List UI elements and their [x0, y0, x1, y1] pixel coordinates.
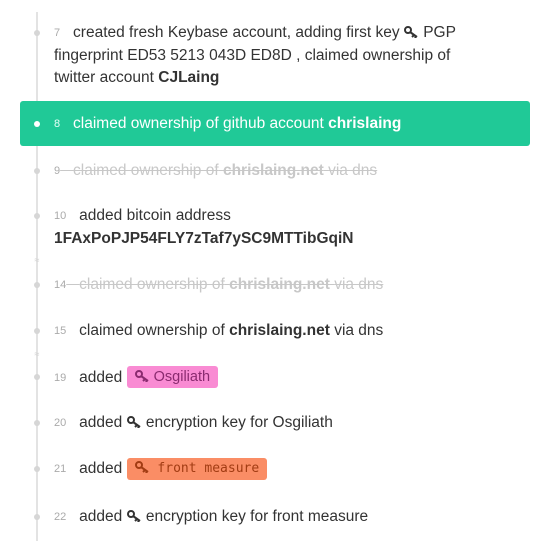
- timeline-dot: [34, 121, 40, 127]
- entry-text: via dns: [328, 162, 378, 179]
- timeline-dot: [34, 514, 40, 520]
- sequence-number: 22: [54, 511, 67, 523]
- entry-text: via dns: [334, 322, 384, 339]
- key-icon: [134, 461, 149, 473]
- timeline-dot: [34, 374, 40, 380]
- entry-text: added: [79, 414, 123, 431]
- entry-text: twitter account: [54, 69, 154, 86]
- timeline-dot: [34, 466, 40, 472]
- domain-link[interactable]: chrislaing.net: [223, 162, 324, 179]
- entry-text: claimed ownership of: [73, 162, 219, 179]
- timeline-dot: [34, 328, 40, 334]
- sequence-number: 14: [54, 279, 67, 291]
- twitter-username-link[interactable]: CJLaing: [158, 69, 219, 86]
- entry-text: claimed ownership of: [79, 276, 225, 293]
- timeline-dot: [34, 30, 40, 36]
- sequence-number: 8: [54, 118, 61, 130]
- key-icon: [126, 510, 141, 522]
- sequence-number: 15: [54, 325, 67, 337]
- bitcoin-address-link[interactable]: 1FAxPoPJP54FLY7zTaf7ySC9MTTibGqiN: [54, 228, 353, 250]
- entry-text: encryption key for Osgiliath: [145, 414, 333, 431]
- timeline-dot: [34, 168, 40, 174]
- entry-text: added: [79, 460, 123, 477]
- sequence-number: 21: [54, 463, 67, 475]
- timeline-entry-8-highlighted[interactable]: 8 claimed ownership of github account ch…: [20, 101, 530, 146]
- key-type: PGP: [423, 24, 456, 41]
- domain-link[interactable]: chrislaing.net: [229, 322, 330, 339]
- device-name: Osgiliath: [153, 369, 211, 385]
- entry-text: claimed ownership of: [79, 322, 225, 339]
- device-name: front measure: [157, 461, 260, 476]
- sequence-number: 19: [54, 372, 67, 384]
- timeline-dot: [34, 282, 40, 288]
- sequence-number: 20: [54, 417, 67, 429]
- timeline-dot: [34, 213, 40, 219]
- entry-text: encryption key for front measure: [145, 508, 369, 525]
- entry-text-line2: fingerprint ED53 5213 043D ED8D , claime…: [54, 47, 451, 64]
- entry-text: claimed ownership of github account: [73, 115, 324, 132]
- sequence-number: 7: [54, 27, 61, 39]
- sequence-number: 10: [54, 210, 67, 222]
- domain-link[interactable]: chrislaing.net: [229, 276, 330, 293]
- timeline-dot: [34, 420, 40, 426]
- sequence-number: 9: [54, 165, 61, 177]
- device-badge[interactable]: front measure: [126, 458, 268, 480]
- timeline-line: [36, 12, 38, 541]
- chevron-collapse-icon[interactable]: ≈: [32, 256, 42, 265]
- key-icon: [126, 416, 141, 428]
- device-badge[interactable]: Osgiliath: [126, 366, 219, 388]
- entry-text: added: [79, 369, 123, 386]
- entry-text: created fresh Keybase account, adding fi…: [73, 24, 400, 41]
- entry-text: added: [79, 508, 123, 525]
- key-icon: [134, 370, 149, 382]
- chevron-collapse-icon[interactable]: ≈: [32, 350, 42, 359]
- github-username-link[interactable]: chrislaing: [328, 115, 401, 132]
- entry-text: via dns: [334, 276, 384, 293]
- key-icon: [403, 26, 418, 38]
- entry-text: added bitcoin address: [79, 207, 231, 224]
